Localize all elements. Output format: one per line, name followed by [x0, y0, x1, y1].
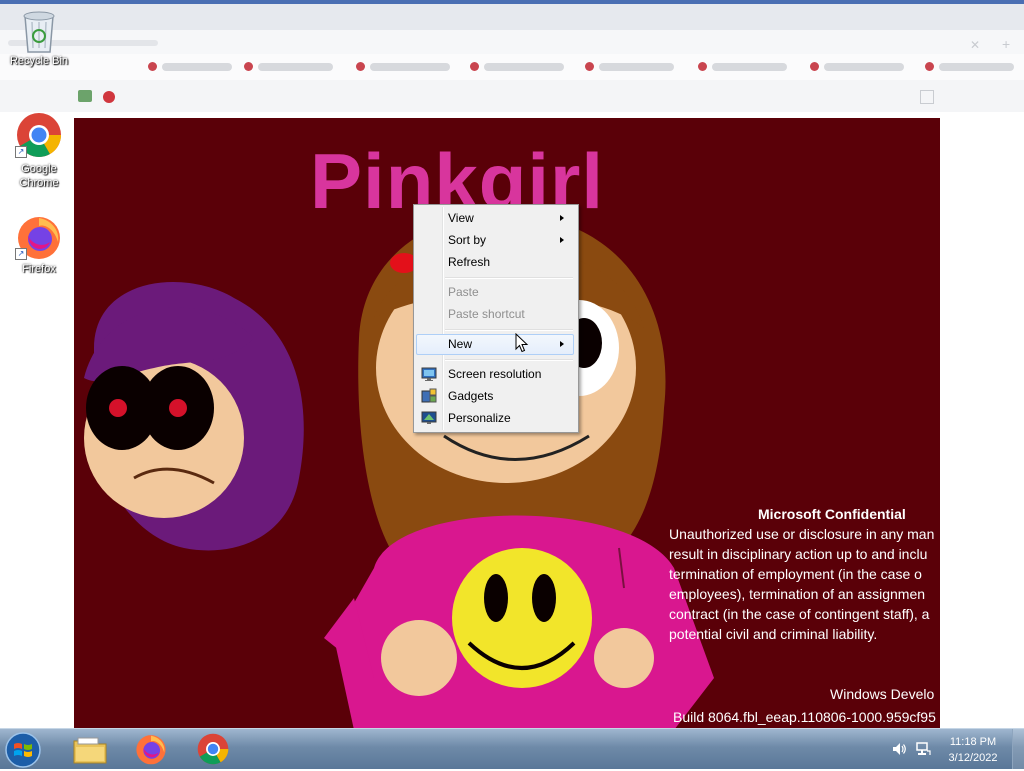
new-tab-icon: +	[1002, 36, 1011, 52]
firefox-icon	[136, 735, 166, 765]
menu-item-refresh[interactable]: Refresh	[416, 252, 574, 272]
bookmark-item	[939, 63, 1014, 71]
bookmark-item	[712, 63, 787, 71]
bookmark-favicon	[698, 62, 707, 71]
menu-item-label: Paste shortcut	[448, 307, 525, 321]
menu-item-label: Sort by	[448, 233, 487, 247]
menu-item-label: New	[448, 337, 473, 351]
shortcut-arrow-icon: ↗	[15, 146, 27, 158]
watermark-line: result in disciplinary action up to and …	[669, 546, 928, 562]
bookmark-item	[824, 63, 904, 71]
desktop-icon-label: Google Chrome	[19, 163, 59, 189]
bookmark-item	[258, 63, 333, 71]
desktop-context-menu: View Sort by Refresh Paste Paste shortcu…	[413, 204, 579, 433]
start-button[interactable]	[5, 732, 41, 768]
submenu-arrow-icon	[560, 237, 564, 243]
desktop-icon-recycle-bin[interactable]: Recycle Bin	[4, 6, 74, 68]
shortcut-arrow-icon: ↗	[15, 248, 27, 260]
network-icon[interactable]	[915, 741, 931, 757]
bookmark-item	[162, 63, 232, 71]
desktop-icon-label: Recycle Bin	[9, 55, 69, 67]
submenu-arrow-icon	[560, 215, 564, 221]
bookmark-item	[370, 63, 450, 71]
watermark-line: employees), termination of an assignmen	[669, 586, 926, 602]
menu-item-label: Gadgets	[448, 389, 494, 403]
menu-item-label: Refresh	[448, 255, 491, 269]
bookmark-favicon	[585, 62, 594, 71]
start-orb-icon	[5, 732, 41, 768]
page-tab-icon	[78, 90, 92, 102]
desktop-icon-google-chrome[interactable]: ↗ Google Chrome	[4, 112, 74, 190]
mouse-cursor-icon	[515, 333, 529, 353]
watermark-line: potential civil and criminal liability.	[669, 626, 878, 642]
gadgets-icon	[421, 388, 437, 403]
menu-item-paste-shortcut[interactable]: Paste shortcut	[416, 304, 574, 324]
taskbar-chrome-button[interactable]	[187, 731, 239, 767]
build-edition-text: Windows Develo	[830, 686, 935, 702]
menu-item-label: Personalize	[448, 411, 511, 425]
page-tab-icon	[103, 91, 115, 103]
submenu-arrow-icon	[560, 341, 564, 347]
browser-tab-strip	[0, 4, 1024, 30]
menu-item-label: View	[448, 211, 474, 225]
clock-time: 11:18 PM	[949, 736, 997, 748]
clock-date: 3/12/2022	[948, 752, 998, 764]
taskbar-firefox-button[interactable]	[125, 731, 177, 767]
watermark-line: Unauthorized use or disclosure in any ma…	[669, 526, 935, 542]
taskbar-explorer-button[interactable]	[63, 731, 115, 767]
bookmark-favicon	[356, 62, 365, 71]
desktop-icon-label: Firefox	[22, 263, 56, 275]
watermark-line: contract (in the case of contingent staf…	[669, 606, 930, 622]
menu-item-label: Paste	[448, 285, 479, 299]
menu-separator	[445, 359, 573, 361]
menu-item-paste[interactable]: Paste	[416, 282, 574, 302]
build-number-text: Build 8064.fbl_eeap.110806-1000.959cf95	[673, 709, 936, 725]
menu-separator	[445, 277, 573, 279]
menu-item-sort-by[interactable]: Sort by	[416, 230, 574, 250]
page-menu-icon	[920, 90, 934, 104]
file-explorer-icon	[73, 737, 107, 764]
personalize-icon	[421, 411, 437, 424]
bookmark-favicon	[810, 62, 819, 71]
bookmark-item	[484, 63, 564, 71]
recycle-bin-icon	[23, 11, 55, 53]
watermark-line: termination of employment (in the case o	[669, 566, 922, 582]
menu-item-personalize[interactable]: Personalize	[416, 408, 574, 428]
bookmark-item	[599, 63, 674, 71]
bookmark-favicon	[244, 62, 253, 71]
desktop-icon-firefox[interactable]: ↗ Firefox	[4, 214, 74, 276]
bookmark-favicon	[925, 62, 934, 71]
close-icon: ✕	[970, 38, 981, 52]
taskbar-clock[interactable]: 11:18 PM 3/12/2022	[938, 734, 1008, 766]
taskbar: 11:18 PM 3/12/2022	[0, 728, 1024, 769]
screen-resolution-icon	[421, 367, 437, 381]
chrome-icon	[197, 733, 229, 765]
volume-icon[interactable]	[891, 741, 907, 757]
menu-item-screen-resolution[interactable]: Screen resolution	[416, 364, 574, 384]
menu-item-new[interactable]: New	[416, 334, 574, 355]
confidential-watermark: Microsoft Confidential Unauthorized use …	[669, 504, 940, 644]
bookmark-favicon	[148, 62, 157, 71]
bookmark-favicon	[470, 62, 479, 71]
show-desktop-button[interactable]	[1012, 729, 1024, 769]
menu-item-view[interactable]: View	[416, 208, 574, 228]
menu-item-gadgets[interactable]: Gadgets	[416, 386, 574, 406]
menu-item-label: Screen resolution	[448, 367, 542, 381]
browser-page-header	[0, 80, 1024, 112]
menu-separator	[445, 329, 573, 331]
watermark-title: Microsoft Confidential	[758, 506, 906, 522]
